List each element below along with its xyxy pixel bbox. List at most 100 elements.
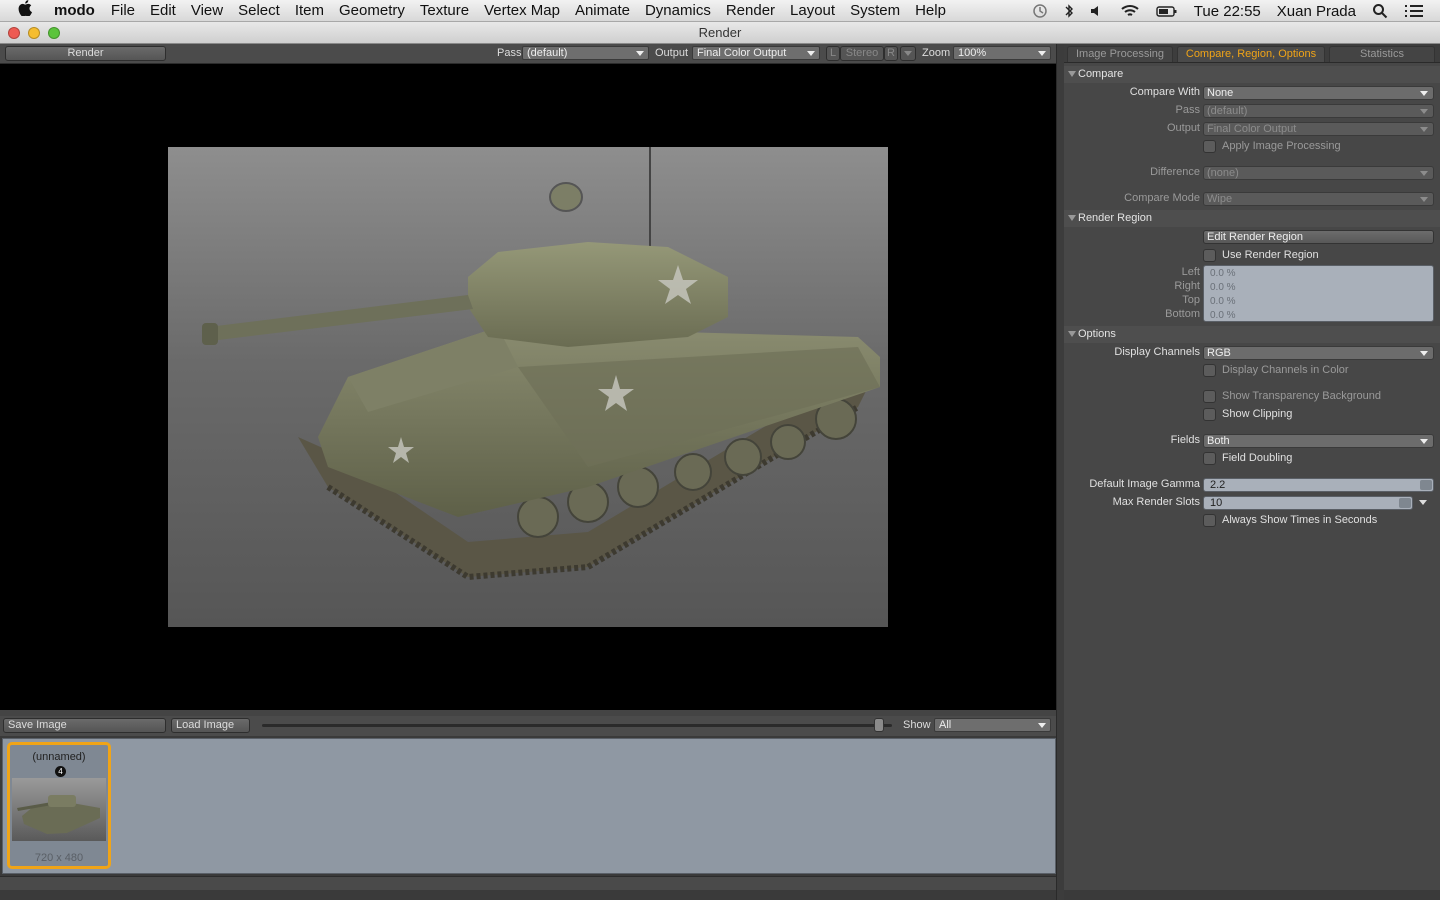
region-right-label: Right <box>1174 280 1200 292</box>
render-thumbnail[interactable]: (unnamed) 4 720 x 480 <box>7 742 111 869</box>
panel-tabs: Image Processing Compare, Region, Option… <box>1064 44 1440 63</box>
render-region-fields[interactable]: 0.0 % 0.0 % 0.0 % 0.0 % <box>1203 265 1434 322</box>
stereo-dropdown[interactable] <box>900 46 916 61</box>
tab-image-processing[interactable]: Image Processing <box>1067 46 1173 62</box>
menu-animate[interactable]: Animate <box>575 2 630 19</box>
edit-render-region-button[interactable]: Edit Render Region <box>1203 230 1434 244</box>
spinner-icon[interactable] <box>1420 480 1432 490</box>
options-section-header[interactable]: Options <box>1064 326 1440 343</box>
compare-pass-dropdown[interactable]: (default) <box>1203 104 1434 118</box>
rendered-image[interactable] <box>168 147 888 627</box>
wifi-icon[interactable] <box>1120 3 1140 19</box>
render-toolbar: Render Pass (default) Output Final Color… <box>0 44 1056 64</box>
display-channels-in-color-checkbox[interactable]: Display Channels in Color <box>1203 363 1349 377</box>
menu-render[interactable]: Render <box>726 2 775 19</box>
menubar-clock[interactable]: Tue 22:55 <box>1194 3 1261 20</box>
compare-output-dropdown[interactable]: Final Color Output <box>1203 122 1434 136</box>
checkbox-box <box>1203 140 1216 153</box>
apply-image-processing-checkbox[interactable]: Apply Image Processing <box>1203 139 1341 153</box>
chevron-down-icon <box>1420 197 1428 202</box>
region-left-field[interactable]: 0.0 % <box>1210 268 1236 279</box>
menu-help[interactable]: Help <box>915 2 946 19</box>
zoom-dropdown-value: 100% <box>958 47 987 59</box>
max-render-slots-field[interactable]: 10 <box>1203 496 1413 510</box>
show-transparency-background-checkbox[interactable]: Show Transparency Background <box>1203 389 1381 403</box>
show-clipping-checkbox[interactable]: Show Clipping <box>1203 407 1292 421</box>
stereo-left-button[interactable]: L <box>826 46 840 61</box>
compare-with-dropdown[interactable]: None <box>1203 86 1434 100</box>
menu-item[interactable]: Item <box>295 2 324 19</box>
collapse-triangle-icon <box>1068 215 1076 221</box>
output-dropdown[interactable]: Final Color Output <box>692 46 820 60</box>
field-doubling-label: Field Doubling <box>1222 452 1293 464</box>
display-channels-dropdown[interactable]: RGB <box>1203 346 1434 360</box>
save-image-button[interactable]: Save Image <box>3 718 166 733</box>
spotlight-search-icon[interactable] <box>1372 3 1388 19</box>
checkbox-box <box>1203 390 1216 403</box>
collapse-triangle-icon <box>1068 331 1076 337</box>
menu-layout[interactable]: Layout <box>790 2 835 19</box>
difference-dropdown[interactable]: (none) <box>1203 166 1434 180</box>
checkbox-box <box>1203 452 1216 465</box>
fields-value: Both <box>1207 435 1230 447</box>
menu-edit[interactable]: Edit <box>150 2 176 19</box>
bluetooth-icon[interactable] <box>1064 3 1074 19</box>
menu-geometry[interactable]: Geometry <box>339 2 405 19</box>
image-strip[interactable]: (unnamed) 4 720 x 480 <box>2 738 1056 874</box>
spinner-icon[interactable] <box>1399 498 1411 508</box>
region-bottom-field[interactable]: 0.0 % <box>1210 310 1236 321</box>
display-channels-value: RGB <box>1207 347 1231 359</box>
field-doubling-checkbox[interactable]: Field Doubling <box>1203 451 1292 465</box>
difference-label: Difference <box>1150 166 1200 178</box>
difference-value: (none) <box>1207 167 1239 179</box>
slider-handle[interactable] <box>874 718 884 732</box>
render-viewport[interactable] <box>0 64 1056 710</box>
region-bottom-label: Bottom <box>1165 308 1200 320</box>
use-render-region-checkbox[interactable]: Use Render Region <box>1203 248 1319 262</box>
compare-with-value: None <box>1207 87 1234 99</box>
fields-dropdown[interactable]: Both <box>1203 434 1434 448</box>
default-image-gamma-field[interactable]: 2.2 <box>1203 478 1434 492</box>
load-image-button[interactable]: Load Image <box>171 718 250 733</box>
tab-compare-region-options[interactable]: Compare, Region, Options <box>1177 46 1325 62</box>
max-render-slots-dropdown-icon[interactable] <box>1419 500 1427 505</box>
thumbnail-image <box>12 778 106 841</box>
show-dropdown[interactable]: All <box>934 718 1051 732</box>
panel-divider[interactable] <box>1056 44 1064 900</box>
chevron-down-icon <box>636 51 644 56</box>
pass-dropdown[interactable]: (default) <box>522 46 649 60</box>
volume-icon[interactable] <box>1090 3 1104 19</box>
zoom-label: Zoom <box>922 47 951 59</box>
stereo-right-button[interactable]: R <box>884 46 898 61</box>
battery-icon[interactable] <box>1156 3 1178 19</box>
menubar-user[interactable]: Xuan Prada <box>1277 3 1356 20</box>
time-machine-icon[interactable] <box>1032 3 1048 19</box>
render-button[interactable]: Render <box>5 46 166 61</box>
status-strip <box>0 890 1440 900</box>
chevron-down-icon <box>1420 171 1428 176</box>
menu-vertex-map[interactable]: Vertex Map <box>484 2 560 19</box>
menu-texture[interactable]: Texture <box>420 2 469 19</box>
render-region-header-label: Render Region <box>1078 212 1152 224</box>
always-show-times-checkbox[interactable]: Always Show Times in Seconds <box>1203 513 1377 527</box>
region-right-field[interactable]: 0.0 % <box>1210 282 1236 293</box>
pass-label: Pass <box>497 47 522 59</box>
menu-select[interactable]: Select <box>238 2 280 19</box>
notification-list-icon[interactable] <box>1404 3 1424 19</box>
thumbnail-size-slider[interactable] <box>262 724 892 727</box>
render-region-section-header[interactable]: Render Region <box>1064 210 1440 227</box>
compare-pass-value: (default) <box>1207 105 1248 117</box>
zoom-dropdown[interactable]: 100% <box>953 46 1051 60</box>
menu-file[interactable]: File <box>111 2 135 19</box>
region-top-field[interactable]: 0.0 % <box>1210 296 1236 307</box>
stereo-button[interactable]: Stereo <box>840 46 884 61</box>
menu-dynamics[interactable]: Dynamics <box>645 2 711 19</box>
apple-icon[interactable] <box>18 0 40 21</box>
show-clipping-label: Show Clipping <box>1222 408 1293 420</box>
compare-section-header[interactable]: Compare <box>1064 66 1440 83</box>
app-menu[interactable]: modo <box>54 2 95 19</box>
tab-statistics[interactable]: Statistics <box>1329 46 1435 62</box>
compare-mode-dropdown[interactable]: Wipe <box>1203 192 1434 206</box>
menu-system[interactable]: System <box>850 2 900 19</box>
menu-view[interactable]: View <box>191 2 223 19</box>
